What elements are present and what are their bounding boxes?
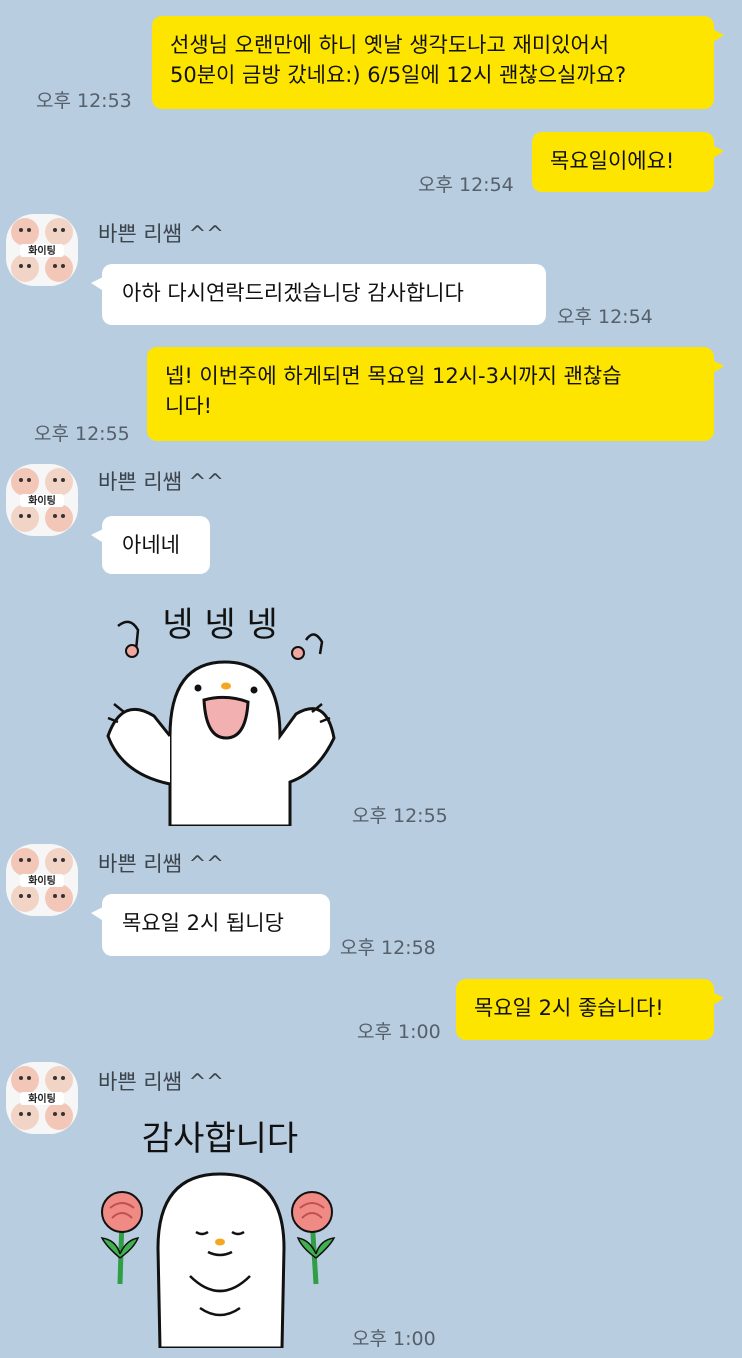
penguin-cheer-sticker-image: 넹 넹 넹 bbox=[106, 605, 336, 828]
sender-avatar[interactable]: 화이팅 bbox=[6, 1062, 78, 1134]
avatar-badge-text: 화이팅 bbox=[28, 874, 56, 887]
sender-avatar[interactable]: 화이팅 bbox=[6, 844, 78, 916]
sender-avatar[interactable]: 화이팅 bbox=[6, 214, 78, 286]
sticker-thanks[interactable]: 감사합니다 bbox=[98, 1108, 348, 1350]
message-timestamp: 오후 12:58 bbox=[340, 937, 436, 959]
avatar-badge-text: 화이팅 bbox=[28, 244, 56, 257]
message-text-line: 선생님 오랜만에 하니 옛날 생각도나고 재미있어서 bbox=[170, 33, 610, 57]
message-text-line: 50분이 금방 갔네요:) 6/5일에 12시 괜찮으실까요? bbox=[170, 63, 627, 87]
message-timestamp: 오후 12:55 bbox=[352, 805, 448, 827]
sender-name: 바쁜 리쌤 ^^ bbox=[98, 222, 224, 246]
message-text: 아하 다시연락드리겠습니당 감사합니다 bbox=[122, 281, 464, 305]
message-text-line: 니다! bbox=[165, 394, 213, 418]
message-timestamp: 오후 12:54 bbox=[418, 174, 514, 196]
sender-avatar[interactable]: 화이팅 bbox=[6, 464, 78, 536]
message-text: 목요일 2시 됩니당 bbox=[122, 911, 284, 935]
message-text-line: 넵! 이번주에 하게되면 목요일 12시-3시까지 괜찮습 bbox=[165, 364, 622, 388]
avatar-image: 화이팅 bbox=[11, 848, 73, 912]
avatar-badge-text: 화이팅 bbox=[28, 494, 56, 507]
outgoing-message-bubble[interactable]: 선생님 오랜만에 하니 옛날 생각도나고 재미있어서 50분이 금방 갔네요:)… bbox=[152, 16, 724, 109]
incoming-message-bubble[interactable]: 목요일 2시 됩니당 bbox=[91, 894, 330, 956]
bowing-character-sticker-image: 감사합니다 bbox=[100, 1119, 336, 1350]
sticker-caption: 넹 넹 넹 bbox=[162, 605, 277, 645]
outgoing-message-bubble[interactable]: 목요일 2시 좋습니다! bbox=[456, 979, 724, 1040]
message-text: 목요일 2시 좋습니다! bbox=[474, 996, 664, 1020]
avatar-image: 화이팅 bbox=[11, 468, 73, 532]
message-timestamp: 오후 12:53 bbox=[36, 90, 132, 112]
message-timestamp: 오후 12:55 bbox=[34, 423, 130, 445]
incoming-message-bubble[interactable]: 아하 다시연락드리겠습니당 감사합니다 bbox=[91, 264, 546, 325]
avatar-image: 화이팅 bbox=[11, 1066, 73, 1130]
sender-name: 바쁜 리쌤 ^^ bbox=[98, 470, 224, 494]
sender-name: 바쁜 리쌤 ^^ bbox=[98, 852, 224, 876]
sticker-caption: 감사합니다 bbox=[142, 1119, 298, 1159]
outgoing-message-bubble[interactable]: 넵! 이번주에 하게되면 목요일 12시-3시까지 괜찮습 니다! bbox=[147, 347, 724, 441]
incoming-message-bubble[interactable]: 아네네 bbox=[91, 516, 210, 574]
sticker-nyeng[interactable]: 넹 넹 넹 bbox=[100, 596, 340, 828]
sender-name: 바쁜 리쌤 ^^ bbox=[98, 1070, 224, 1094]
outgoing-message-bubble[interactable]: 목요일이에요! bbox=[532, 132, 724, 192]
message-text: 아네네 bbox=[122, 533, 180, 557]
avatar-image: 화이팅 bbox=[11, 218, 73, 282]
message-timestamp: 오후 12:54 bbox=[557, 306, 653, 328]
message-timestamp: 오후 1:00 bbox=[352, 1328, 436, 1350]
message-text: 목요일이에요! bbox=[550, 149, 675, 173]
avatar-badge-text: 화이팅 bbox=[28, 1092, 56, 1105]
message-timestamp: 오후 1:00 bbox=[357, 1021, 441, 1043]
